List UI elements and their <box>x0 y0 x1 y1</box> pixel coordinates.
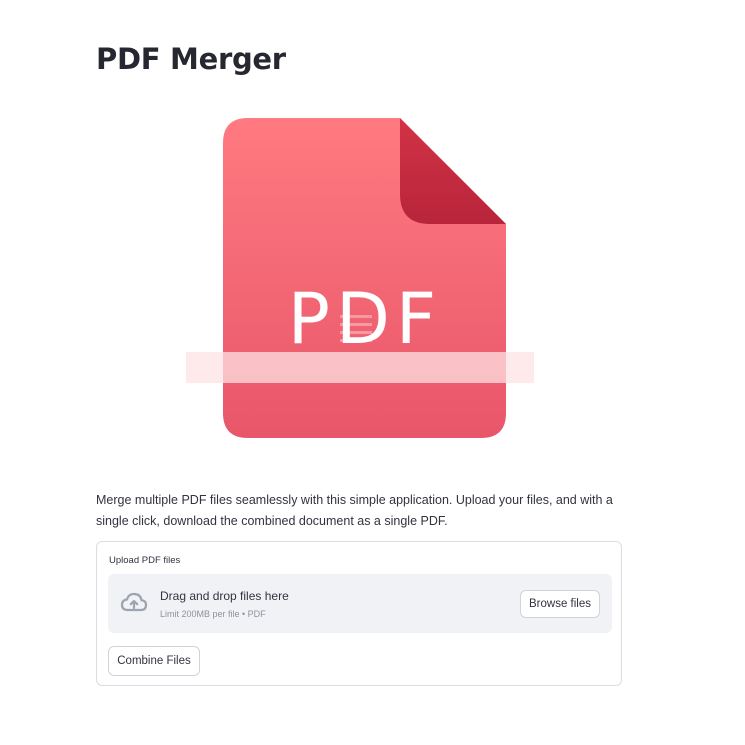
pdf-file-icon: PDF <box>186 118 534 438</box>
combine-files-button[interactable]: Combine Files <box>108 646 200 676</box>
dropzone-instructions: Drag and drop files here <box>160 589 289 603</box>
pdf-file-fold <box>400 118 506 224</box>
cloud-upload-icon <box>120 592 148 612</box>
page-title: PDF Merger <box>96 42 286 76</box>
app-description: Merge multiple PDF files seamlessly with… <box>96 493 613 528</box>
upload-form: Upload PDF files Drag and drop files her… <box>96 541 622 686</box>
dropzone-limit: Limit 200MB per file • PDF <box>160 609 266 619</box>
pdf-label: PDF <box>288 278 442 360</box>
upload-label: Upload PDF files <box>109 555 181 566</box>
browse-files-button[interactable]: Browse files <box>520 590 600 618</box>
file-dropzone[interactable]: Drag and drop files here Limit 200MB per… <box>108 574 612 633</box>
